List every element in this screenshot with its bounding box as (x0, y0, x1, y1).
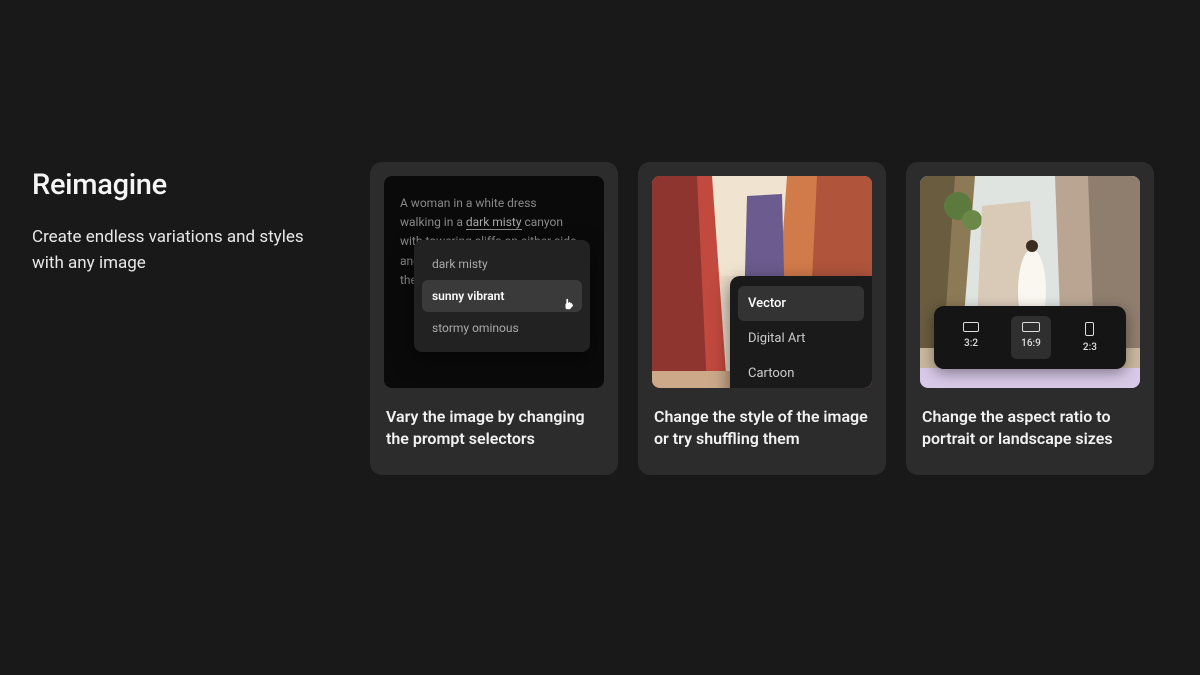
section-subheading: Create endless variations and styles wit… (32, 224, 330, 277)
ratio-option-16-9-selected[interactable]: 16:9 (1011, 316, 1051, 359)
ratio-option-2-3[interactable]: 2:3 (1073, 316, 1107, 359)
dropdown-option[interactable]: stormy ominous (422, 312, 582, 344)
ratio-frame-icon (1085, 322, 1094, 336)
aspect-ratio-bar[interactable]: 3:2 16:9 2:3 (934, 306, 1126, 369)
card-aspect-ratio: 3:2 16:9 2:3 Change the aspect ratio to … (906, 162, 1154, 475)
prompt-line: A woman in a white dress (400, 196, 537, 210)
prompt-dropdown[interactable]: dark misty sunny vibrant stormy ominous (414, 240, 590, 352)
dropdown-option-label: sunny vibrant (432, 289, 504, 303)
card-prompt-selectors: A woman in a white dress walking in a da… (370, 162, 618, 475)
feature-cards: A woman in a white dress walking in a da… (370, 0, 1154, 475)
ratio-frame-icon (1022, 322, 1040, 332)
card-caption: Vary the image by changing the prompt se… (384, 406, 604, 461)
ratio-frame-icon (963, 322, 979, 332)
prompt-line: walking in a (400, 215, 466, 229)
prompt-selector-underlined[interactable]: dark misty (466, 215, 522, 230)
cursor-hand-icon (562, 296, 576, 312)
style-option-selected[interactable]: Vector (738, 286, 864, 321)
style-option[interactable]: Cartoon (738, 356, 864, 388)
dropdown-option-selected[interactable]: sunny vibrant (422, 280, 582, 312)
card-visual-style: Vector Digital Art Cartoon (652, 176, 872, 388)
ratio-label: 3:2 (964, 338, 978, 349)
section-heading: Reimagine (32, 168, 330, 202)
prompt-line: canyon (522, 215, 563, 229)
ratio-label: 2:3 (1083, 342, 1097, 353)
style-option[interactable]: Digital Art (738, 321, 864, 356)
card-visual-aspect: 3:2 16:9 2:3 (920, 176, 1140, 388)
dropdown-option[interactable]: dark misty (422, 248, 582, 280)
card-style-picker: Vector Digital Art Cartoon Change the st… (638, 162, 886, 475)
card-visual-prompt: A woman in a white dress walking in a da… (384, 176, 604, 388)
ratio-label: 16:9 (1021, 338, 1041, 349)
style-dropdown[interactable]: Vector Digital Art Cartoon (730, 276, 872, 388)
card-caption: Change the aspect ratio to portrait or l… (920, 406, 1140, 461)
card-caption: Change the style of the image or try shu… (652, 406, 872, 461)
intro-section: Reimagine Create endless variations and … (0, 0, 330, 475)
ratio-option-3-2[interactable]: 3:2 (953, 316, 989, 359)
